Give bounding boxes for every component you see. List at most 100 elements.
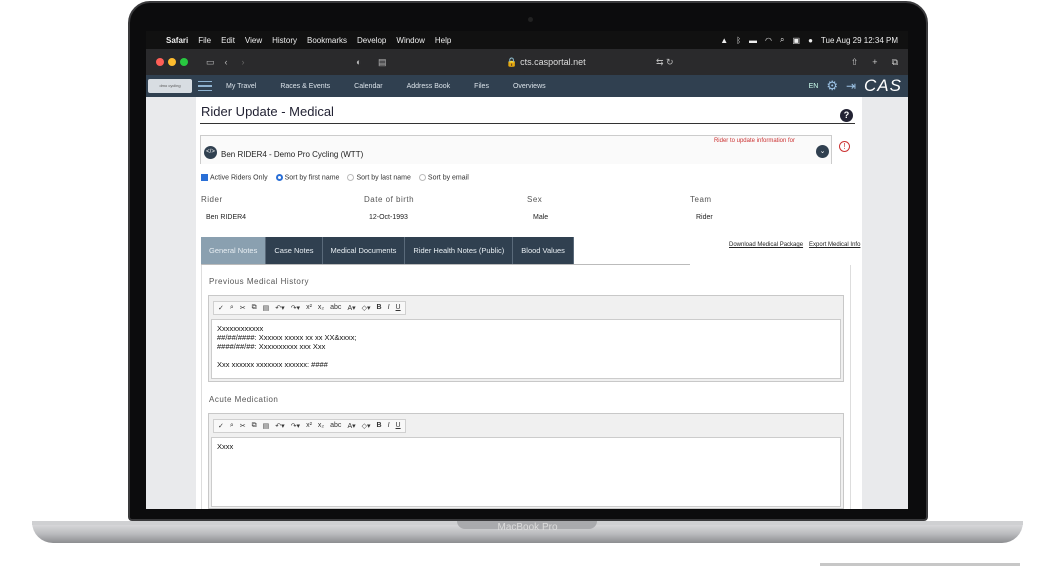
undo-icon[interactable]: ↶▾ [275,422,284,430]
share-icon[interactable]: ⇧ [851,57,859,68]
tab-overview-icon[interactable]: ⧉ [892,57,898,68]
bold-icon[interactable]: B [377,422,382,429]
app-navbar: dmo cycling My Travel Races & Events Cal… [146,75,908,97]
strikethrough-icon[interactable]: abc [330,304,341,311]
translate-icon[interactable]: ⇆ ↻ [656,57,674,68]
page-menu-icon[interactable]: ▤ [378,57,387,68]
spellcheck-icon[interactable]: ✓ [218,304,224,312]
language-selector[interactable]: EN [809,83,819,90]
copy-icon[interactable]: ⧉ [252,304,257,312]
menu-bookmarks[interactable]: Bookmarks [307,36,347,45]
subscript-icon[interactable]: x₂ [318,422,324,429]
maximize-window-button[interactable] [180,58,188,66]
superscript-icon[interactable]: x² [306,304,312,311]
menu-edit[interactable]: Edit [221,36,235,45]
acute-medication-editor: ✓ ⌕ ✂ ⧉ ▤ ↶▾ ↷▾ x² x₂ abc A▾ ◇▾ B I U Xx… [208,413,844,509]
nav-calendar[interactable]: Calendar [354,83,382,90]
highlight-icon[interactable]: ◇▾ [362,304,371,312]
tab-case-notes[interactable]: Case Notes [266,237,323,264]
font-color-icon[interactable]: A▾ [347,422,355,430]
menu-view[interactable]: View [245,36,262,45]
mac-menubar: Safari File Edit View History Bookmarks … [146,31,908,49]
menubar-clock[interactable]: Tue Aug 29 12:34 PM [821,36,898,45]
active-riders-checkbox[interactable]: Active Riders Only [201,174,268,181]
laptop-label: MacBook Pro [497,522,558,533]
italic-icon[interactable]: I [388,304,390,311]
menu-window[interactable]: Window [396,36,424,45]
cut-icon[interactable]: ✂ [240,422,246,430]
tab-general-notes[interactable]: General Notes [201,237,267,264]
medical-history-textarea[interactable]: Xxxxxxxxxxxx ##/##/####: Xxxxxx xxxxx xx… [211,319,841,379]
menu-develop[interactable]: Develop [357,36,386,45]
settings-gear-icon[interactable]: ⚙ [826,78,838,94]
paste-icon[interactable]: ▤ [263,422,270,430]
wifi-icon[interactable]: ◠ [765,36,772,45]
tab-medical-documents[interactable]: Medical Documents [322,237,406,264]
paste-icon[interactable]: ▤ [263,304,270,312]
close-window-button[interactable] [156,58,164,66]
find-icon[interactable]: ⌕ [230,304,234,312]
siri-icon[interactable]: ● [808,36,813,45]
acute-medication-textarea[interactable]: Xxxx [211,437,841,507]
minimize-window-button[interactable] [168,58,176,66]
header-dob: Date of birth [364,195,415,204]
italic-icon[interactable]: I [388,422,390,429]
chevron-down-icon[interactable]: ⌄ [816,145,829,158]
export-medical-info-link[interactable]: Export Medical Info [809,242,860,248]
spotlight-icon[interactable]: ⌕ [780,35,784,45]
battery-icon[interactable]: ▬ [749,36,757,45]
strikethrough-icon[interactable]: abc [330,422,341,429]
url-text: cts.casportal.net [520,56,586,67]
address-bar[interactable]: 🔒 cts.casportal.net [446,57,646,68]
sort-last-radio[interactable]: Sort by last name [347,174,411,181]
highlight-icon[interactable]: ◇▾ [362,422,371,430]
cas-logo: CAS [864,76,902,95]
tab-rider-health-notes[interactable]: Rider Health Notes (Public) [405,237,514,264]
nav-files[interactable]: Files [474,83,489,90]
subscript-icon[interactable]: x₂ [318,304,324,311]
font-color-icon[interactable]: A▾ [347,304,355,312]
redo-icon[interactable]: ↷▾ [291,304,300,312]
nav-address-book[interactable]: Address Book [407,83,451,90]
underline-icon[interactable]: U [396,422,401,429]
control-center-icon[interactable]: ▣ [793,36,801,45]
copy-icon[interactable]: ⧉ [252,422,257,430]
redo-icon[interactable]: ↷▾ [291,422,300,430]
tab-blood-values[interactable]: Blood Values [513,237,574,264]
forward-icon[interactable]: › [242,57,245,67]
undo-icon[interactable]: ↶▾ [275,304,284,312]
nav-races-events[interactable]: Races & Events [280,83,330,90]
spellcheck-icon[interactable]: ✓ [218,422,224,430]
back-icon[interactable]: ‹ [225,57,228,67]
privacy-shield-icon[interactable]: ◐ [356,57,361,67]
code-icon: </> [204,146,217,159]
cut-icon[interactable]: ✂ [240,304,246,312]
find-icon[interactable]: ⌕ [230,422,234,430]
menu-app-name[interactable]: Safari [166,36,188,45]
rider-selector[interactable]: </> Ben RIDER4 - Demo Pro Cycling (WTT) … [200,135,832,164]
sort-first-radio[interactable]: Sort by first name [275,174,339,181]
drive-icon[interactable]: ▲ [720,36,728,45]
medical-links: Download Medical Package Export Medical … [729,242,860,248]
superscript-icon[interactable]: x² [306,422,312,429]
section-label-medical-history: Previous Medical History [209,277,310,286]
bold-icon[interactable]: B [377,304,382,311]
screen: Safari File Edit View History Bookmarks … [146,31,908,509]
sort-email-radio[interactable]: Sort by email [418,174,469,181]
new-tab-icon[interactable]: + [872,57,877,68]
menu-file[interactable]: File [198,36,211,45]
help-icon[interactable]: ? [840,109,853,122]
underline-icon[interactable]: U [396,304,401,311]
team-logo[interactable]: dmo cycling [148,79,192,93]
nav-my-travel[interactable]: My Travel [226,83,256,90]
menu-history[interactable]: History [272,36,297,45]
menu-help[interactable]: Help [435,36,451,45]
bluetooth-icon[interactable]: ᛒ [736,36,741,45]
sidebar-toggle-icon[interactable]: ▭ [206,57,215,68]
hamburger-menu-icon[interactable] [198,80,212,92]
nav-overviews[interactable]: Overviews [513,83,546,90]
rider-filters: Active Riders Only Sort by first name So… [201,174,469,181]
download-medical-package-link[interactable]: Download Medical Package [729,242,803,248]
logout-icon[interactable]: ⇥ [846,79,856,93]
section-label-acute-medication: Acute Medication [209,395,279,404]
